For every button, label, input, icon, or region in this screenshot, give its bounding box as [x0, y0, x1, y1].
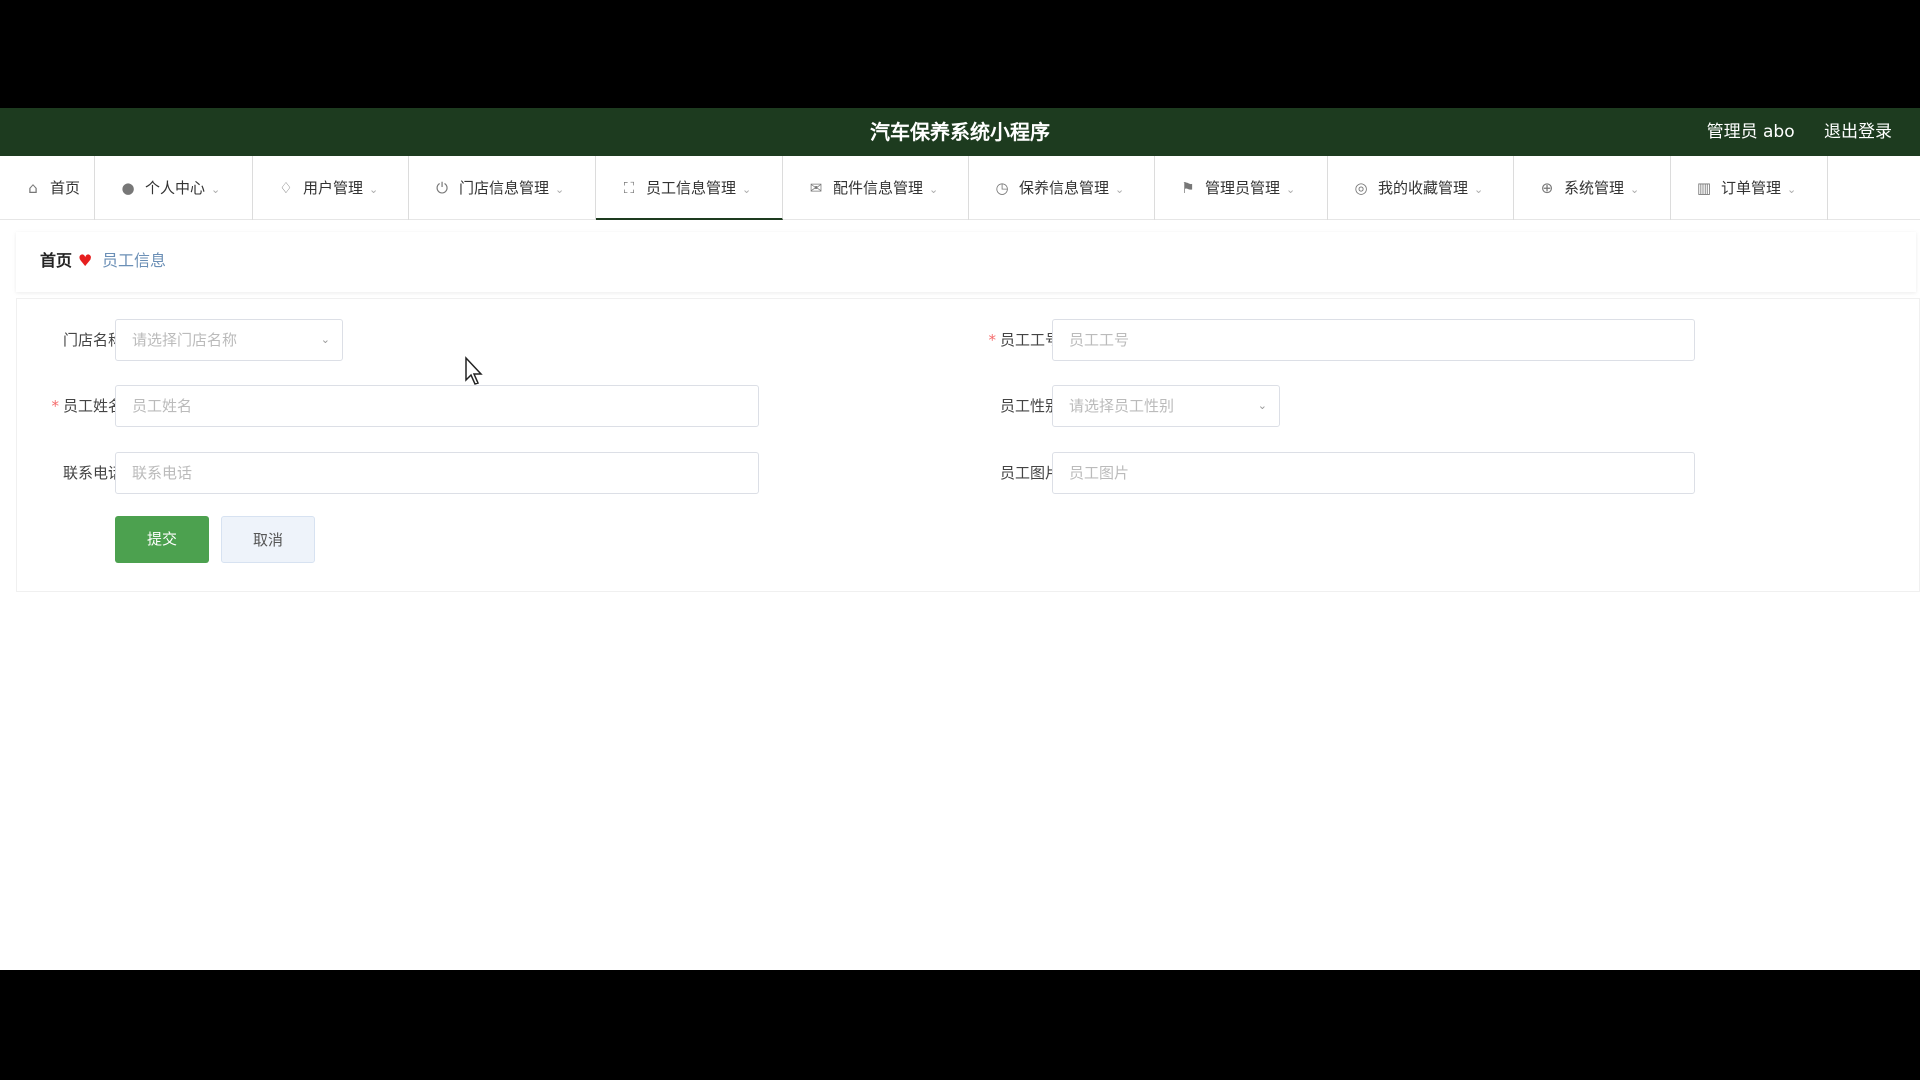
submit-button[interactable]: 提交	[115, 516, 209, 563]
mouse-cursor-icon	[465, 356, 483, 385]
heart-icon: ♥	[78, 251, 93, 270]
nav-item-label: 员工信息管理	[646, 179, 737, 197]
employee-no-input[interactable]: 员工工号	[1052, 319, 1695, 361]
store-name-label: 门店名称	[62, 331, 123, 349]
phone-input[interactable]: 联系电话	[115, 452, 759, 494]
employee-gender-select[interactable]: 请选择员工性别 ⌄	[1052, 385, 1280, 427]
chevron-down-icon: ⌄	[1257, 399, 1267, 412]
breadcrumb-home[interactable]: 首页	[40, 232, 72, 290]
chevron-down-icon: ⌄	[929, 183, 939, 196]
flag-icon: ⚑	[1181, 179, 1195, 197]
store-name-placeholder: 请选择门店名称	[132, 331, 238, 349]
power-icon: ⏻	[436, 179, 448, 197]
required-mark: *	[988, 331, 996, 349]
user-area: 管理员 abo 退出登录	[1683, 108, 1892, 156]
chevron-down-icon: ⌄	[1630, 183, 1640, 196]
breadcrumb: 首页 ♥ 员工信息	[16, 232, 1916, 292]
employee-no-placeholder: 员工工号	[1069, 331, 1130, 349]
phone-placeholder: 联系电话	[132, 464, 193, 482]
chevron-down-icon: ⌄	[1286, 183, 1296, 196]
app-title: 汽车保养系统小程序	[870, 120, 1050, 144]
nav-item-label: 配件信息管理	[833, 179, 924, 197]
employee-name-input[interactable]: 员工姓名	[115, 385, 759, 427]
cancel-button[interactable]: 取消	[221, 516, 315, 563]
chevron-down-icon: ⌄	[320, 333, 330, 346]
employee-photo-placeholder: 员工图片	[1069, 464, 1130, 482]
logout-link[interactable]: 退出登录	[1824, 122, 1892, 142]
chevron-down-icon: ⌄	[1787, 183, 1797, 196]
nav-item-label: 系统管理	[1564, 179, 1625, 197]
nav-item-personal-center[interactable]: ● 个人中心 ⌄	[95, 156, 253, 220]
mail-icon: ✉	[809, 179, 823, 197]
employee-photo-input[interactable]: 员工图片	[1052, 452, 1695, 494]
nav-item-label: 首页	[50, 179, 81, 197]
employee-gender-label: 员工性别	[999, 397, 1060, 415]
globe-icon: ⊕	[1540, 179, 1554, 197]
store-name-select[interactable]: 请选择门店名称 ⌄	[115, 319, 343, 361]
chevron-down-icon: ⌄	[555, 183, 565, 196]
chevron-down-icon: ⌄	[1115, 183, 1125, 196]
chevron-down-icon: ⌄	[211, 183, 221, 196]
app-window: 汽车保养系统小程序 管理员 abo 退出登录 ⌂ 首页 ● 个人中心 ⌄ ♢ 用户管理 ⌄…	[0, 108, 1920, 970]
chart-icon: ▥	[1696, 179, 1712, 197]
nav-item-employee-info[interactable]: ⛶ 员工信息管理 ⌄	[596, 156, 783, 220]
nav-item-home[interactable]: ⌂ 首页	[0, 156, 95, 220]
employee-name-placeholder: 员工姓名	[132, 397, 193, 415]
nav-item-admin-management[interactable]: ⚑ 管理员管理 ⌄	[1155, 156, 1328, 220]
chevron-down-icon: ⌄	[742, 183, 752, 196]
employee-form: 门店名称 请选择门店名称 ⌄ * 员工工号 员工工号 * 员工姓名 员工姓名 员工性…	[16, 298, 1920, 592]
nav-item-maintenance-info[interactable]: ◷ 保养信息管理 ⌄	[969, 156, 1155, 220]
nav-item-label: 用户管理	[303, 179, 364, 197]
clock-icon: ◷	[995, 179, 1009, 197]
nav-item-label: 我的收藏管理	[1378, 179, 1469, 197]
top-header: 汽车保养系统小程序 管理员 abo 退出登录	[0, 108, 1920, 156]
breadcrumb-current: 员工信息	[102, 251, 167, 270]
chevron-down-icon: ⌄	[1474, 183, 1484, 196]
employee-name-label: * 员工姓名	[51, 397, 123, 415]
nav-item-label: 保养信息管理	[1019, 179, 1110, 197]
chevron-down-icon: ⌄	[369, 183, 379, 196]
bell-off-icon: ♢	[279, 179, 293, 197]
nav-item-parts-info[interactable]: ✉ 配件信息管理 ⌄	[783, 156, 969, 220]
nav-item-system-management[interactable]: ⊕ 系统管理 ⌄	[1514, 156, 1671, 220]
nav-item-label: 订单管理	[1721, 179, 1782, 197]
nav-item-store-info[interactable]: ⏻ 门店信息管理 ⌄	[409, 156, 596, 220]
user-icon: ●	[121, 179, 135, 197]
nav-item-label: 个人中心	[145, 179, 206, 197]
nav-item-label: 管理员管理	[1205, 179, 1281, 197]
main-nav: ⌂ 首页 ● 个人中心 ⌄ ♢ 用户管理 ⌄ ⏻ 门店信息管理 ⌄ ⛶ 员工信息管理 ⌄ ✉ 配件信…	[0, 156, 1920, 220]
nav-item-order-management[interactable]: ▥ 订单管理 ⌄	[1671, 156, 1828, 220]
phone-label: 联系电话	[62, 464, 123, 482]
required-mark: *	[51, 397, 59, 415]
nav-item-favorites[interactable]: ◎ 我的收藏管理 ⌄	[1328, 156, 1514, 220]
employee-photo-label: 员工图片	[999, 464, 1060, 482]
admin-user-label[interactable]: 管理员 abo	[1707, 122, 1795, 142]
employee-gender-placeholder: 请选择员工性别	[1069, 397, 1175, 415]
fullscreen-icon: ⛶	[623, 179, 635, 197]
target-icon: ◎	[1354, 179, 1368, 197]
employee-no-label: * 员工工号	[988, 331, 1060, 349]
nav-item-label: 门店信息管理	[459, 179, 550, 197]
nav-item-user-management[interactable]: ♢ 用户管理 ⌄	[253, 156, 409, 220]
home-icon: ⌂	[28, 179, 38, 197]
